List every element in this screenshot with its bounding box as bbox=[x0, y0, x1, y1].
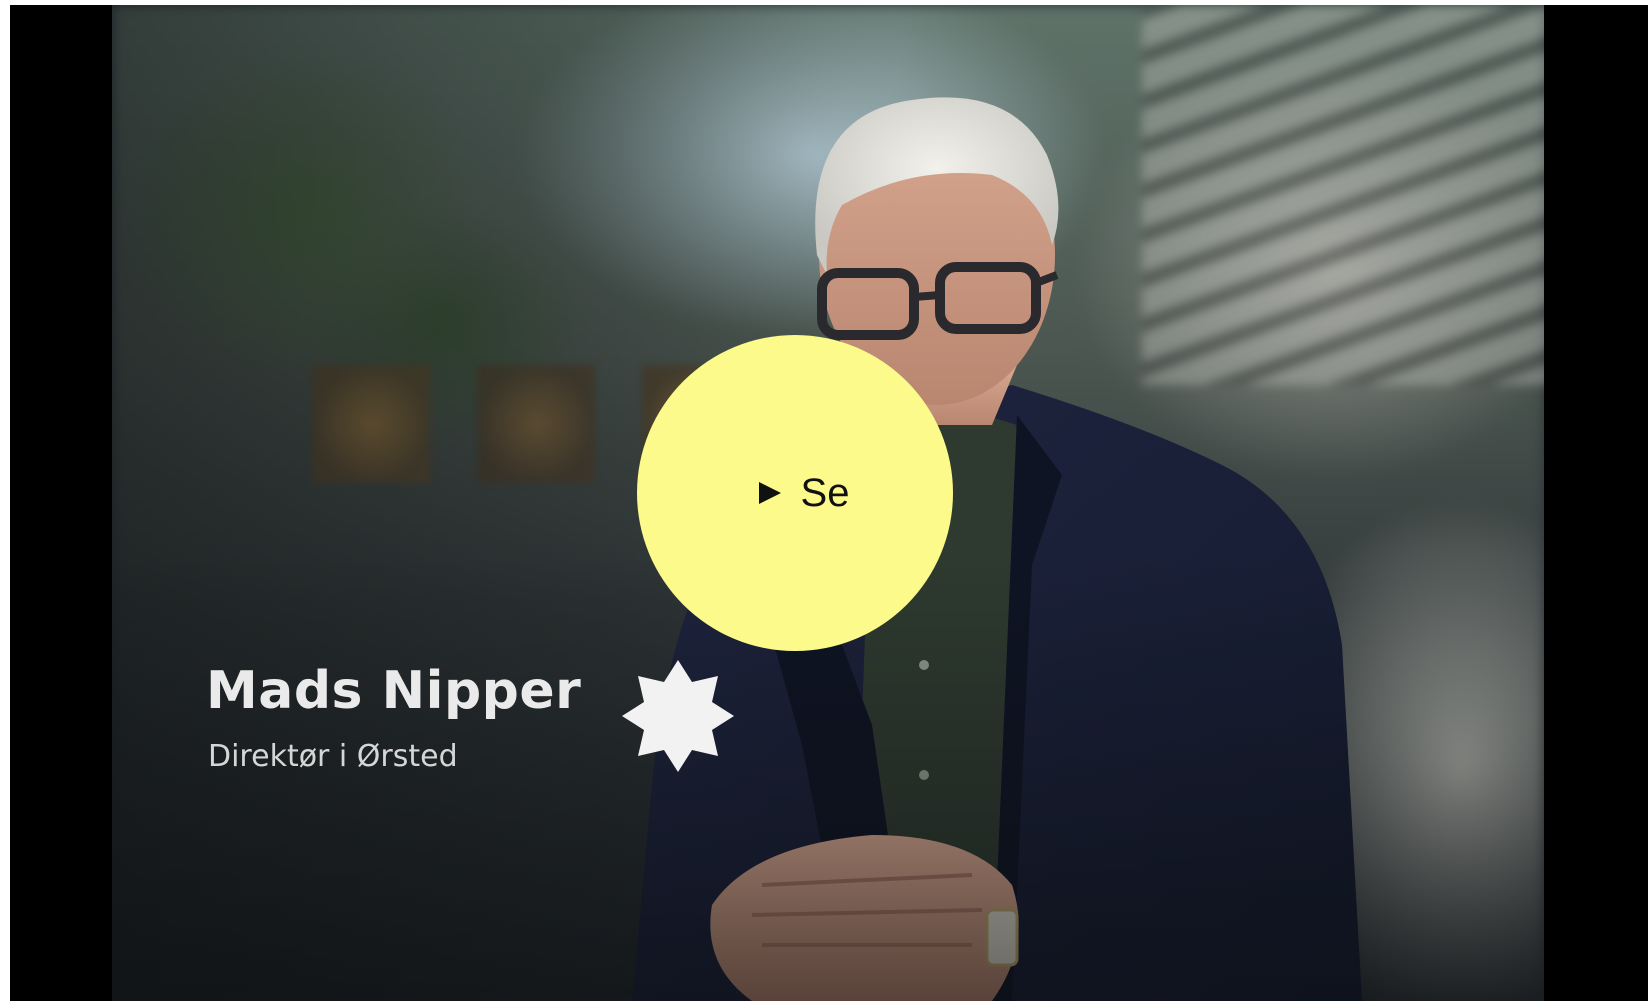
play-button[interactable]: Se bbox=[637, 335, 953, 651]
play-button-label: Se bbox=[800, 470, 850, 515]
play-icon bbox=[758, 482, 781, 504]
speaker-title: Direktør i Ørsted bbox=[208, 739, 458, 774]
play-button-content: Se bbox=[758, 470, 850, 516]
speaker-name: Mads Nipper bbox=[206, 661, 582, 721]
star-logo-icon bbox=[622, 660, 734, 772]
video-player[interactable]: Mads Nipper Direktør i Ørsted Se bbox=[112, 5, 1544, 1001]
video-frame: Mads Nipper Direktør i Ørsted Se bbox=[10, 5, 1648, 1001]
